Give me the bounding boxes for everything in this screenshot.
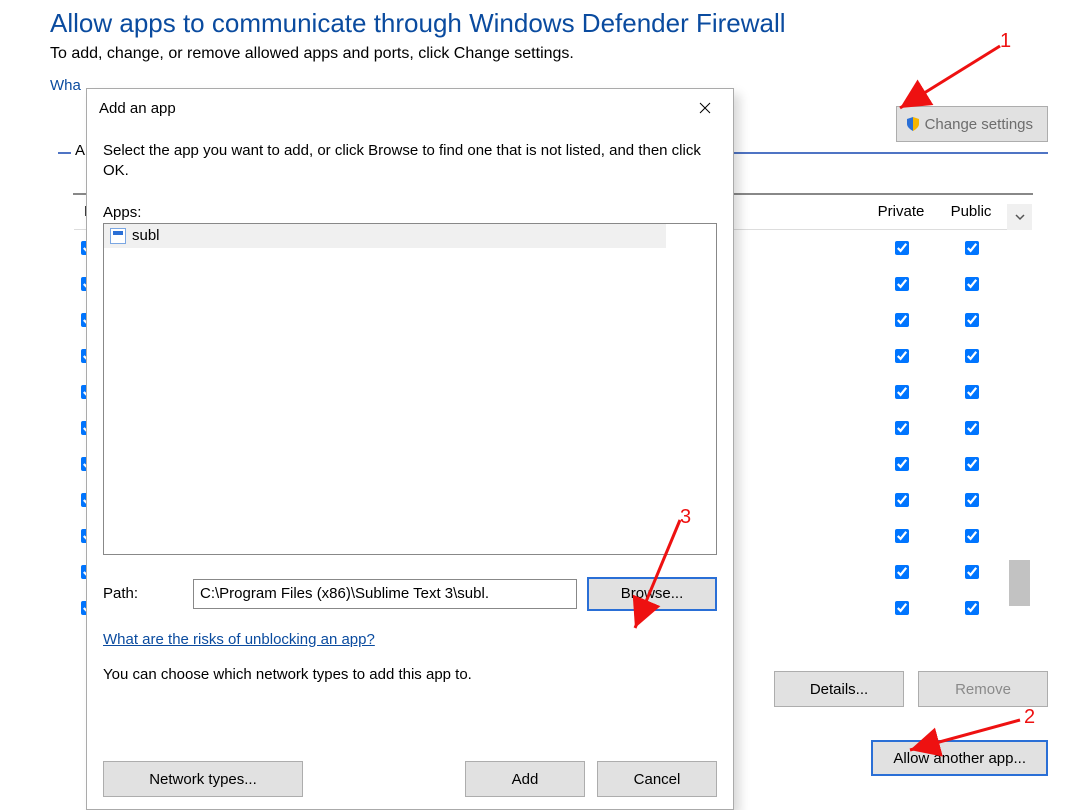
row-public-checkbox[interactable] bbox=[965, 421, 979, 435]
risks-link-fragment[interactable]: Wha bbox=[50, 77, 81, 94]
unblocking-risks-link[interactable]: What are the risks of unblocking an app? bbox=[103, 631, 717, 648]
row-public-checkbox[interactable] bbox=[965, 349, 979, 363]
row-private-checkbox[interactable] bbox=[895, 421, 909, 435]
header-private[interactable]: Private bbox=[866, 203, 936, 220]
app-icon bbox=[110, 228, 126, 244]
page-subtitle: To add, change, or remove allowed apps a… bbox=[50, 45, 1024, 63]
row-public-checkbox[interactable] bbox=[965, 241, 979, 255]
remove-button[interactable]: Remove bbox=[918, 671, 1048, 707]
row-public-checkbox[interactable] bbox=[965, 529, 979, 543]
page-title: Allow apps to communicate through Window… bbox=[50, 8, 1024, 39]
row-public-checkbox[interactable] bbox=[965, 601, 979, 615]
row-public-checkbox[interactable] bbox=[965, 313, 979, 327]
row-private-checkbox[interactable] bbox=[895, 493, 909, 507]
apps-label: Apps: bbox=[103, 204, 717, 221]
close-icon bbox=[699, 102, 711, 114]
cancel-button[interactable]: Cancel bbox=[597, 761, 717, 797]
scroll-down-icon[interactable] bbox=[1007, 204, 1032, 230]
row-public-checkbox[interactable] bbox=[965, 457, 979, 471]
dialog-title: Add an app bbox=[99, 100, 683, 117]
row-private-checkbox[interactable] bbox=[895, 385, 909, 399]
browse-button[interactable]: Browse... bbox=[587, 577, 717, 611]
change-settings-button[interactable]: Change settings bbox=[896, 106, 1048, 142]
row-public-checkbox[interactable] bbox=[965, 565, 979, 579]
row-private-checkbox[interactable] bbox=[895, 601, 909, 615]
choose-network-text: You can choose which network types to ad… bbox=[103, 666, 717, 683]
row-public-checkbox[interactable] bbox=[965, 493, 979, 507]
change-settings-label: Change settings bbox=[925, 116, 1033, 133]
row-public-checkbox[interactable] bbox=[965, 277, 979, 291]
row-private-checkbox[interactable] bbox=[895, 277, 909, 291]
row-private-checkbox[interactable] bbox=[895, 457, 909, 471]
row-private-checkbox[interactable] bbox=[895, 529, 909, 543]
app-list-item[interactable]: subl bbox=[104, 224, 666, 248]
row-private-checkbox[interactable] bbox=[895, 349, 909, 363]
add-button[interactable]: Add bbox=[465, 761, 585, 797]
apps-listbox[interactable]: subl bbox=[103, 223, 717, 555]
row-private-checkbox[interactable] bbox=[895, 241, 909, 255]
add-app-dialog: Add an app Select the app you want to ad… bbox=[86, 88, 734, 810]
allow-another-app-button[interactable]: Allow another app... bbox=[871, 740, 1048, 776]
header-public[interactable]: Public bbox=[936, 203, 1006, 220]
close-button[interactable] bbox=[683, 93, 727, 123]
annotation-2: 2 bbox=[1024, 706, 1035, 729]
path-label: Path: bbox=[103, 585, 183, 602]
shield-icon bbox=[905, 116, 921, 132]
row-private-checkbox[interactable] bbox=[895, 565, 909, 579]
dialog-titlebar[interactable]: Add an app bbox=[87, 89, 733, 127]
row-public-checkbox[interactable] bbox=[965, 385, 979, 399]
scrollbar-thumb[interactable] bbox=[1009, 560, 1030, 606]
details-button[interactable]: Details... bbox=[774, 671, 904, 707]
app-item-label: subl bbox=[132, 227, 160, 244]
network-types-button[interactable]: Network types... bbox=[103, 761, 303, 797]
dialog-instruction: Select the app you want to add, or click… bbox=[103, 141, 717, 182]
path-input[interactable] bbox=[193, 579, 577, 609]
row-private-checkbox[interactable] bbox=[895, 313, 909, 327]
